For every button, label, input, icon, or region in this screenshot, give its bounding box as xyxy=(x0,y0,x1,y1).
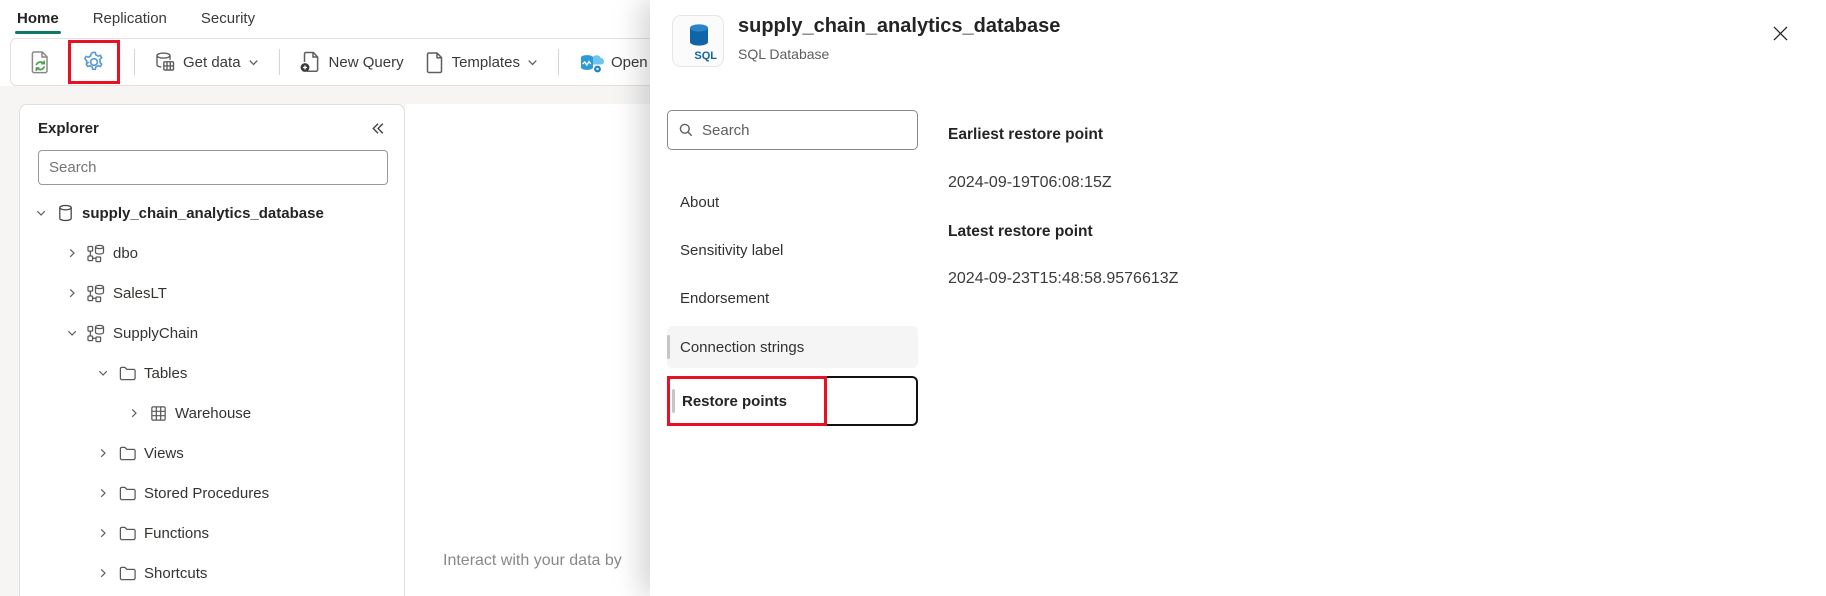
chevron-icon[interactable] xyxy=(96,527,110,539)
tree-node-icon xyxy=(86,323,106,343)
chevron-icon[interactable] xyxy=(65,287,79,299)
chevron-icon[interactable] xyxy=(65,247,79,259)
chevron-icon[interactable] xyxy=(34,207,48,219)
explorer-search-input[interactable] xyxy=(38,150,388,185)
dialog-menu-item-restore-points[interactable]: Restore points xyxy=(667,376,918,426)
tree-node-icon xyxy=(117,484,137,503)
dialog-title: supply_chain_analytics_database xyxy=(738,15,1060,38)
sql-database-icon: SQL xyxy=(672,15,724,67)
chevron-icon[interactable] xyxy=(65,327,79,339)
tree-item-views[interactable]: Views xyxy=(20,433,404,473)
tree-node-icon xyxy=(117,564,137,583)
tree-item-stored-procedures[interactable]: Stored Procedures xyxy=(20,473,404,513)
earliest-restore-point-value: 2024-09-19T06:08:15Z xyxy=(948,174,1112,192)
refresh-document-icon xyxy=(28,49,53,75)
toolbar-divider xyxy=(134,49,135,75)
tab-home[interactable]: Home xyxy=(15,2,61,37)
selected-indicator-bar xyxy=(667,335,670,359)
sql-icon-word: SQL xyxy=(694,50,717,62)
dialog-menu-item-connection-strings[interactable]: Connection strings xyxy=(667,326,918,368)
search-icon xyxy=(678,122,694,138)
collapse-panel-icon[interactable] xyxy=(369,120,386,137)
explorer-panel: Explorer supply_chain_analytics_database… xyxy=(19,104,405,596)
app-root: Home Replication Security xyxy=(0,0,1826,596)
tree-node-icon xyxy=(148,404,168,423)
tree-node-icon xyxy=(86,243,106,263)
tree-item-saleslt[interactable]: SalesLT xyxy=(20,273,404,313)
tree-item-warehouse[interactable]: Warehouse xyxy=(20,393,404,433)
latest-restore-point-value: 2024-09-23T15:48:58.9576613Z xyxy=(948,270,1178,288)
get-data-label: Get data xyxy=(183,54,241,71)
settings-gear-button[interactable] xyxy=(74,44,114,80)
canvas-hint-text: Interact with your data by xyxy=(443,552,622,570)
toolbar-divider xyxy=(558,49,559,75)
explorer-title: Explorer xyxy=(38,120,99,137)
dialog-menu-item-endorsement[interactable]: Endorsement xyxy=(667,278,918,318)
tree-item-shortcuts[interactable]: Shortcuts xyxy=(20,553,404,593)
templates-label: Templates xyxy=(452,54,520,71)
tree-item-supply-chain-analytics-database[interactable]: supply_chain_analytics_database xyxy=(20,193,404,233)
tree-node-icon xyxy=(86,283,106,303)
tree-item-supplychain[interactable]: SupplyChain xyxy=(20,313,404,353)
dialog-search-input[interactable] xyxy=(702,122,907,139)
get-data-database-icon xyxy=(154,51,176,73)
latest-restore-point-label: Latest restore point xyxy=(948,223,1093,241)
chevron-icon[interactable] xyxy=(96,447,110,459)
gear-icon xyxy=(81,49,107,75)
chevron-down-icon xyxy=(247,56,260,69)
chevron-icon[interactable] xyxy=(127,407,141,419)
chevron-icon[interactable] xyxy=(96,567,110,579)
new-query-button[interactable]: New Query xyxy=(292,45,411,79)
dialog-menu-item-about[interactable]: About xyxy=(667,182,918,222)
settings-dialog: SQL supply_chain_analytics_database SQL … xyxy=(650,0,1826,596)
get-data-button[interactable]: Get data xyxy=(147,46,267,78)
explorer-tree: supply_chain_analytics_database dbo Sale… xyxy=(20,191,404,593)
new-query-label: New Query xyxy=(329,54,404,71)
chevron-icon[interactable] xyxy=(96,487,110,499)
chevron-icon[interactable] xyxy=(96,367,110,379)
tree-item-dbo[interactable]: dbo xyxy=(20,233,404,273)
tree-node-icon xyxy=(117,524,137,543)
tree-node-icon xyxy=(117,444,137,463)
new-query-icon xyxy=(299,50,322,74)
chevron-down-icon xyxy=(526,56,539,69)
templates-document-icon xyxy=(424,51,445,74)
tree-node-icon xyxy=(117,364,137,383)
dialog-menu: About Sensitivity label Endorsement Connect… xyxy=(667,182,918,426)
tree-node-icon xyxy=(55,203,75,223)
close-icon[interactable] xyxy=(1767,20,1794,47)
templates-button[interactable]: Templates xyxy=(417,46,546,79)
tab-security[interactable]: Security xyxy=(199,2,257,37)
refresh-button[interactable] xyxy=(21,44,60,80)
dialog-subtitle: SQL Database xyxy=(738,46,829,62)
cloud-database-icon xyxy=(578,50,604,74)
dialog-menu-item-sensitivity-label[interactable]: Sensitivity label xyxy=(667,230,918,270)
tree-item-tables[interactable]: Tables xyxy=(20,353,404,393)
selected-indicator-bar xyxy=(672,389,675,413)
tree-item-functions[interactable]: Functions xyxy=(20,513,404,553)
toolbar-divider xyxy=(279,49,280,75)
tab-replication[interactable]: Replication xyxy=(91,2,169,37)
earliest-restore-point-label: Earliest restore point xyxy=(948,126,1103,144)
annotation-box-gear xyxy=(68,40,120,84)
dialog-search-box xyxy=(667,110,918,150)
